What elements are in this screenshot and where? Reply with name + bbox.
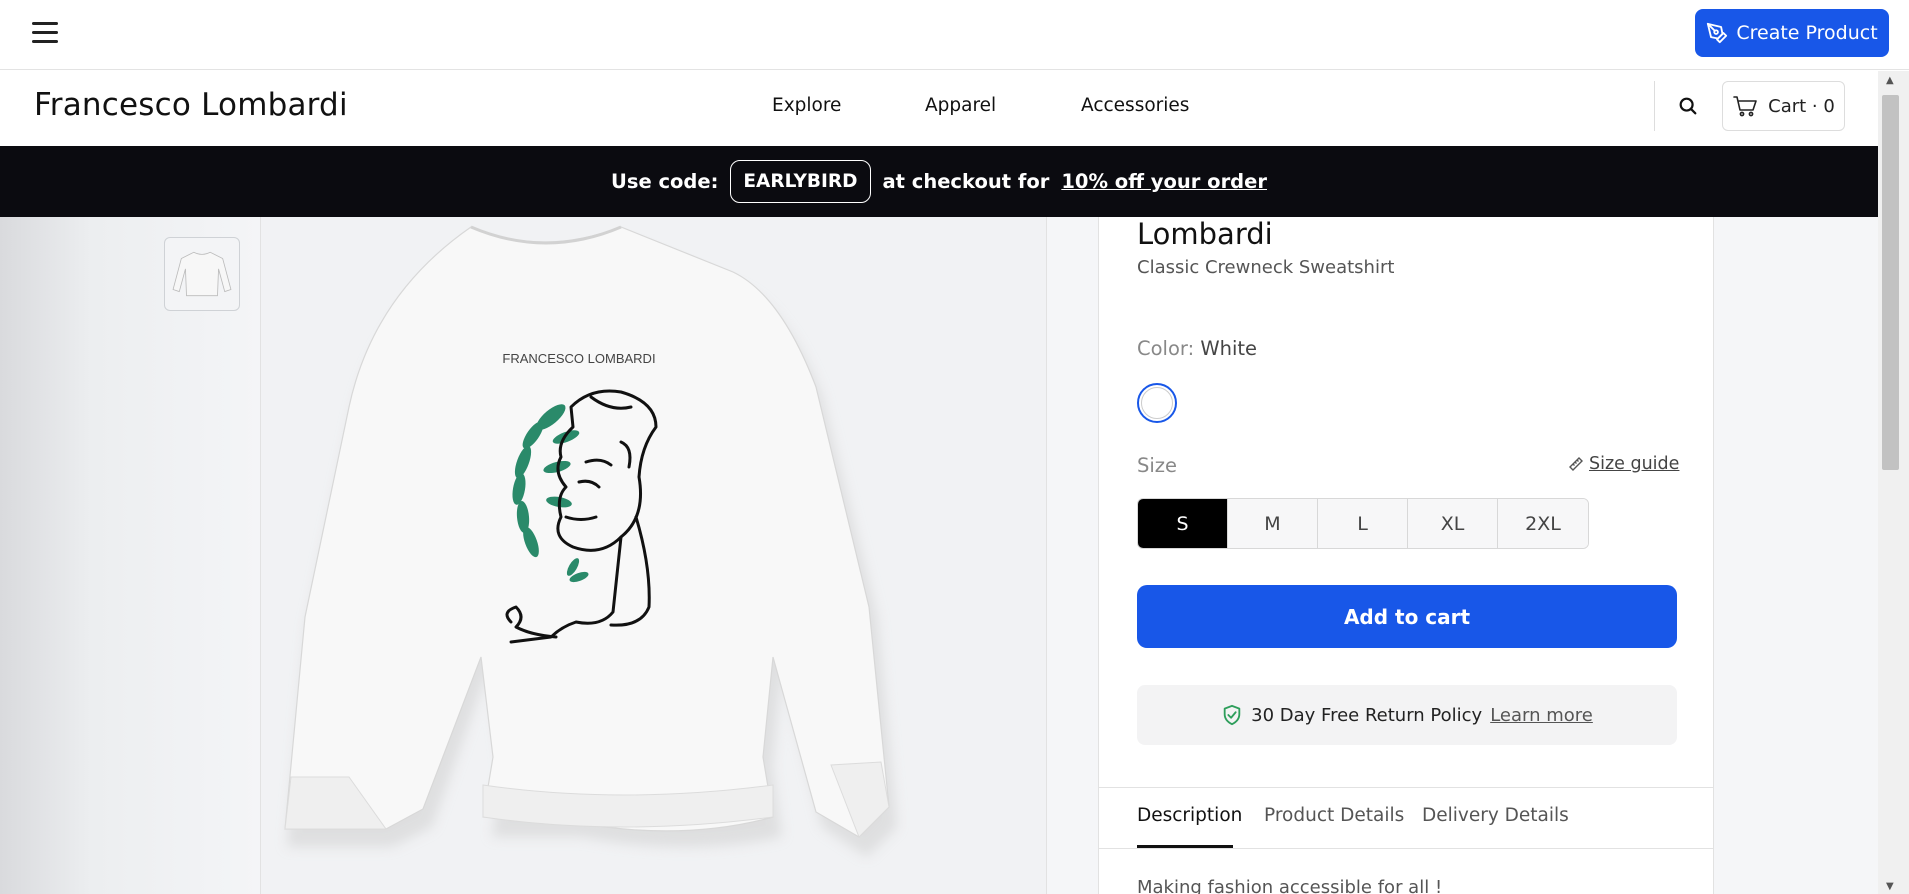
tabs-top-divider bbox=[1099, 787, 1713, 788]
scroll-down-arrow-icon[interactable]: ▼ bbox=[1886, 881, 1894, 892]
color-label: Color: White bbox=[1137, 337, 1257, 360]
product-subtitle: Classic Crewneck Sweatshirt bbox=[1137, 257, 1395, 278]
scroll-up-arrow-icon[interactable]: ▲ bbox=[1886, 75, 1894, 86]
color-swatch-white[interactable] bbox=[1137, 383, 1177, 423]
cart-button[interactable]: Cart · 0 bbox=[1722, 81, 1845, 131]
gallery-spacer bbox=[1047, 217, 1098, 894]
shield-check-icon bbox=[1223, 704, 1241, 726]
promo-code[interactable]: EARLYBIRD bbox=[730, 160, 871, 203]
description-text: Making fashion accessible for all ! bbox=[1137, 877, 1443, 894]
promo-banner: Use code: EARLYBIRD at checkout for 10% … bbox=[0, 146, 1878, 217]
return-policy-box: 30 Day Free Return Policy Learn more bbox=[1137, 685, 1677, 745]
size-option-m[interactable]: M bbox=[1228, 499, 1318, 548]
promo-offer-link[interactable]: 10% off your order bbox=[1061, 170, 1267, 193]
sweatshirt-image: FRANCESCO LOMBARDI bbox=[284, 225, 897, 857]
tabs-bottom-divider bbox=[1099, 848, 1713, 849]
cart-label: Cart · 0 bbox=[1768, 95, 1835, 117]
nav-accessories[interactable]: Accessories bbox=[1081, 95, 1189, 116]
tab-description[interactable]: Description bbox=[1137, 805, 1242, 826]
product-panel: Lombardi Classic Crewneck Sweatshirt Col… bbox=[1098, 217, 1714, 894]
hamburger-menu-icon[interactable] bbox=[32, 22, 58, 44]
store-header: Francesco Lombardi Explore Apparel Acces… bbox=[0, 71, 1878, 146]
create-product-button[interactable]: Create Product bbox=[1695, 9, 1889, 57]
return-policy-text: 30 Day Free Return Policy bbox=[1251, 704, 1483, 726]
size-label: Size bbox=[1137, 454, 1178, 477]
search-icon[interactable] bbox=[1677, 95, 1699, 117]
right-gutter bbox=[1714, 217, 1878, 894]
size-option-2xl[interactable]: 2XL bbox=[1498, 499, 1588, 548]
scrollbar-thumb[interactable] bbox=[1882, 95, 1899, 470]
size-option-l[interactable]: L bbox=[1318, 499, 1408, 548]
nav-explore[interactable]: Explore bbox=[772, 95, 841, 116]
tab-delivery-details[interactable]: Delivery Details bbox=[1422, 805, 1569, 826]
size-guide-link[interactable]: Size guide bbox=[1568, 454, 1679, 474]
cart-icon bbox=[1733, 96, 1757, 117]
sweatshirt-print-text: FRANCESCO LOMBARDI bbox=[502, 351, 655, 366]
promo-middle: at checkout for bbox=[882, 170, 1050, 193]
swatch-fill bbox=[1141, 387, 1173, 419]
store-brand[interactable]: Francesco Lombardi bbox=[34, 87, 348, 123]
learn-more-link[interactable]: Learn more bbox=[1490, 705, 1593, 726]
color-label-text: Color: bbox=[1137, 337, 1195, 360]
product-title: Lombardi bbox=[1137, 217, 1273, 251]
size-option-s[interactable]: S bbox=[1138, 499, 1228, 548]
product-main-image: FRANCESCO LOMBARDI bbox=[260, 217, 1047, 894]
page-scrollbar[interactable]: ▲ ▼ bbox=[1878, 71, 1909, 894]
create-product-label: Create Product bbox=[1736, 22, 1878, 44]
gallery-gutter bbox=[0, 217, 260, 894]
size-selector: S M L XL 2XL bbox=[1137, 498, 1589, 549]
nav-apparel[interactable]: Apparel bbox=[925, 95, 996, 116]
add-to-cart-button[interactable]: Add to cart bbox=[1137, 585, 1677, 648]
pen-icon bbox=[1707, 22, 1728, 44]
sweatshirt-thumbnail-image bbox=[172, 251, 232, 297]
product-thumbnail[interactable] bbox=[164, 237, 240, 311]
app-bar: Create Product bbox=[0, 0, 1909, 70]
ruler-icon bbox=[1569, 457, 1583, 471]
size-option-xl[interactable]: XL bbox=[1408, 499, 1498, 548]
promo-prefix: Use code: bbox=[611, 170, 719, 193]
size-guide-label: Size guide bbox=[1589, 454, 1680, 474]
header-divider bbox=[1654, 81, 1655, 131]
tab-product-details[interactable]: Product Details bbox=[1264, 805, 1404, 826]
color-value: White bbox=[1200, 337, 1258, 360]
